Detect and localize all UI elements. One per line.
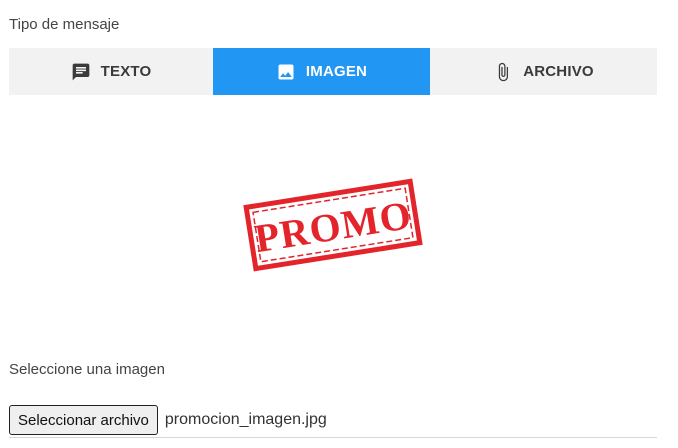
message-type-label: Tipo de mensaje bbox=[9, 16, 120, 33]
tab-imagen[interactable]: IMAGEN bbox=[213, 48, 430, 95]
file-input: Seleccionar archivo promocion_imagen.jpg bbox=[9, 403, 657, 438]
tab-archivo-label: ARCHIVO bbox=[523, 63, 594, 80]
select-file-button[interactable]: Seleccionar archivo bbox=[9, 405, 158, 435]
promo-stamp: PROMO bbox=[243, 178, 423, 272]
message-icon bbox=[71, 62, 91, 82]
tab-texto-label: TEXTO bbox=[100, 63, 152, 80]
selected-file-name: promocion_imagen.jpg bbox=[164, 411, 327, 428]
select-image-label: Seleccione una imagen bbox=[9, 361, 165, 378]
tab-imagen-label: IMAGEN bbox=[305, 63, 368, 80]
tab-archivo[interactable]: ARCHIVO bbox=[430, 48, 657, 95]
image-icon bbox=[276, 62, 296, 82]
paperclip-icon bbox=[493, 62, 513, 82]
image-preview: PROMO bbox=[242, 174, 424, 276]
message-type-tabs: TEXTO IMAGEN ARCHIVO bbox=[9, 48, 657, 95]
tab-texto[interactable]: TEXTO bbox=[9, 48, 213, 95]
